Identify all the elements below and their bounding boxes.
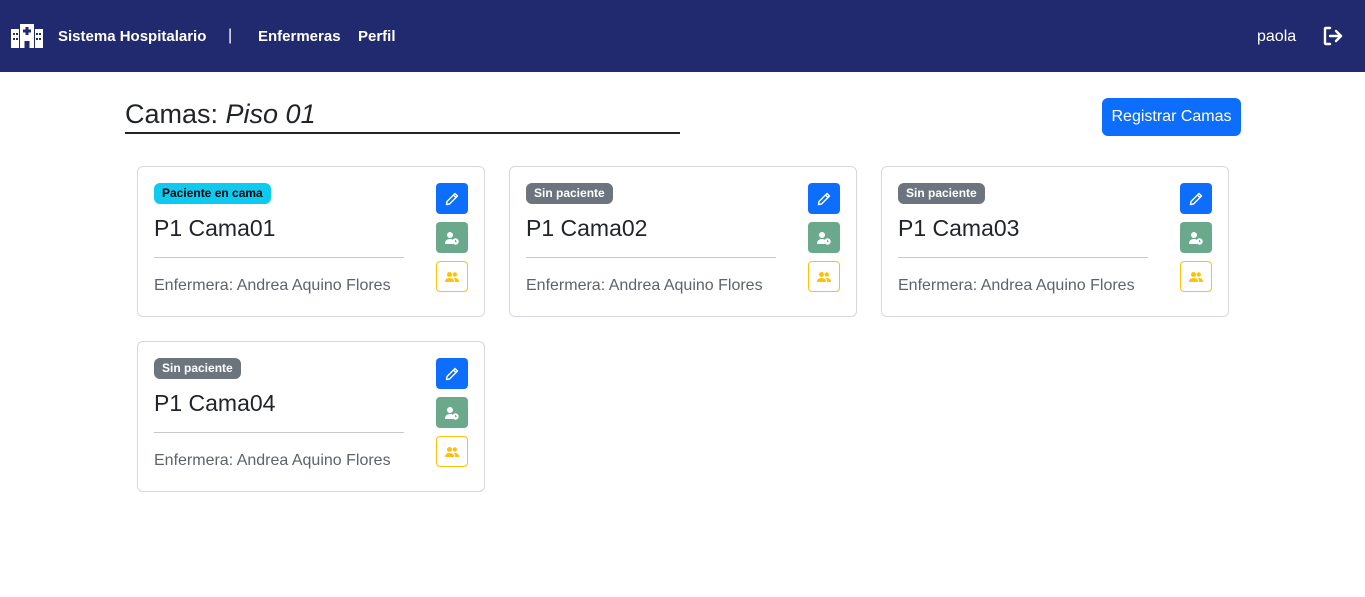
status-badge: Sin paciente xyxy=(898,183,985,204)
logout-icon[interactable] xyxy=(1322,25,1344,47)
pencil-icon xyxy=(445,192,459,205)
title-underline xyxy=(125,132,680,134)
assign-nurse-button[interactable] xyxy=(1180,261,1212,292)
user-clock-icon xyxy=(445,231,459,245)
nav-separator: | xyxy=(228,27,233,44)
bed-card: Sin paciente P1 Cama03 Enfermera: Andrea… xyxy=(881,166,1229,317)
register-beds-button[interactable]: Registrar Camas xyxy=(1102,98,1241,136)
assign-nurse-button[interactable] xyxy=(436,436,468,467)
assign-nurse-button[interactable] xyxy=(436,261,468,292)
bed-nurse: Enfermera: Andrea Aquino Flores xyxy=(154,277,391,294)
page-title-prefix: Camas: xyxy=(125,99,226,129)
status-badge: Sin paciente xyxy=(154,358,241,379)
bed-card: Paciente en cama P1 Cama01 Enfermera: An… xyxy=(137,166,485,317)
edit-bed-button[interactable] xyxy=(436,358,468,389)
bed-name: P1 Cama03 xyxy=(898,215,1020,241)
bed-card: Sin paciente P1 Cama02 Enfermera: Andrea… xyxy=(509,166,857,317)
edit-bed-button[interactable] xyxy=(1180,183,1212,214)
bed-name: P1 Cama04 xyxy=(154,390,276,416)
user-name: paola xyxy=(1257,28,1297,45)
assign-patient-button[interactable] xyxy=(436,397,468,428)
users-icon xyxy=(445,446,459,457)
user-clock-icon xyxy=(445,406,459,420)
bed-nurse: Enfermera: Andrea Aquino Flores xyxy=(898,277,1135,294)
bed-nurse: Enfermera: Andrea Aquino Flores xyxy=(526,277,763,294)
status-badge: Sin paciente xyxy=(526,183,613,204)
user-clock-icon xyxy=(817,231,831,245)
divider xyxy=(898,257,1148,258)
assign-patient-button[interactable] xyxy=(808,222,840,253)
divider xyxy=(154,257,404,258)
page-title-floor: Piso 01 xyxy=(225,99,316,129)
nav-link-enfermeras[interactable]: Enfermeras xyxy=(258,27,341,47)
users-icon xyxy=(817,271,831,282)
hospital-icon xyxy=(11,24,43,48)
bed-nurse: Enfermera: Andrea Aquino Flores xyxy=(154,452,391,469)
assign-nurse-button[interactable] xyxy=(808,261,840,292)
status-badge: Paciente en cama xyxy=(154,183,271,204)
navbar: Sistema Hospitalario | Enfermeras Perfil… xyxy=(0,0,1365,72)
divider xyxy=(154,432,404,433)
pencil-icon xyxy=(1189,192,1203,205)
user-clock-icon xyxy=(1189,231,1203,245)
users-icon xyxy=(445,271,459,282)
users-icon xyxy=(1189,271,1203,282)
divider xyxy=(526,257,776,258)
pencil-icon xyxy=(817,192,831,205)
bed-name: P1 Cama02 xyxy=(526,215,648,241)
page-title: Camas: Piso 01 xyxy=(125,97,316,131)
bed-name: P1 Cama01 xyxy=(154,215,276,241)
nav-link-perfil[interactable]: Perfil xyxy=(358,27,396,47)
edit-bed-button[interactable] xyxy=(808,183,840,214)
bed-card: Sin paciente P1 Cama04 Enfermera: Andrea… xyxy=(137,341,485,492)
edit-bed-button[interactable] xyxy=(436,183,468,214)
assign-patient-button[interactable] xyxy=(1180,222,1212,253)
assign-patient-button[interactable] xyxy=(436,222,468,253)
brand-title[interactable]: Sistema Hospitalario xyxy=(58,27,206,47)
pencil-icon xyxy=(445,367,459,380)
